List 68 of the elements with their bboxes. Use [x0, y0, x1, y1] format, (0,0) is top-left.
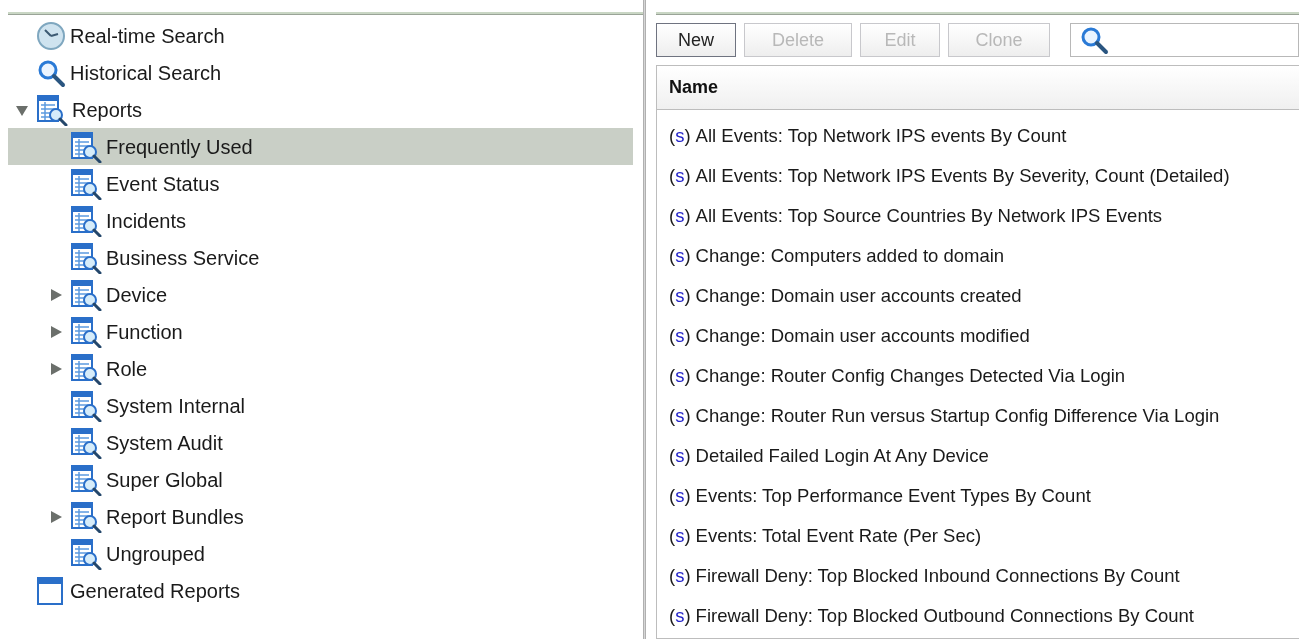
table-row[interactable]: (s) Firewall Deny: Top Blocked Outbound Connections By Count [657, 596, 1299, 636]
report-icon [70, 426, 102, 459]
tree-item[interactable]: Super Global [8, 461, 633, 498]
report-icon [70, 315, 102, 348]
tree-item[interactable]: Generated Reports [8, 572, 633, 609]
table-row[interactable]: (s) Change: Computers added to domain [657, 236, 1299, 276]
table-row[interactable]: (s) Change: Router Config Changes Detected Via Login [657, 356, 1299, 396]
search-field[interactable] [1070, 23, 1299, 57]
tree-item-label: Super Global [106, 467, 223, 493]
report-icon [70, 241, 102, 274]
expand-arrow-icon[interactable] [49, 287, 63, 302]
report-icon [70, 167, 102, 200]
report-icon [70, 463, 102, 496]
report-icon [70, 537, 102, 570]
search-icon [1079, 25, 1109, 55]
tree-item-label: Event Status [106, 171, 220, 197]
tree-item[interactable]: Real-time Search [8, 17, 633, 54]
tree-item[interactable]: Reports [8, 91, 633, 128]
tree-item-label: Incidents [106, 208, 187, 234]
list-icon [36, 575, 66, 606]
tree-item-label: Reports [72, 97, 143, 123]
expand-arrow-icon[interactable] [49, 324, 63, 339]
table-row[interactable]: (s) All Events: Top Network IPS Events By Severity, Count (Detailed) [657, 156, 1299, 196]
tree-item-label: Ungrouped [106, 541, 205, 567]
tree-item-label: Real-time Search [70, 23, 225, 49]
tree-item-label: Function [106, 319, 183, 345]
column-header[interactable]: Name [669, 74, 719, 101]
report-icon [70, 204, 102, 237]
table-row[interactable]: (s) All Events: Top Network IPS events By Count [657, 116, 1299, 156]
tree-item-label: Device [106, 282, 168, 308]
report-icon [70, 500, 102, 533]
tree-item-label: Frequently Used [106, 134, 253, 160]
tree-item-label: Report Bundles [106, 504, 244, 530]
table-row[interactable]: (s) Change: Domain user accounts modified [657, 316, 1299, 356]
table-row[interactable]: (s) Detailed Failed Login At Any Device [657, 436, 1299, 476]
tree-item[interactable]: Business Service [8, 239, 633, 276]
clock-icon [36, 20, 66, 51]
tree-item[interactable]: System Internal [8, 387, 633, 424]
tree-item-label: Generated Reports [70, 578, 241, 604]
report-icon [70, 389, 102, 422]
tree-item[interactable]: Device [8, 276, 633, 313]
tree-item-label: Role [106, 356, 148, 382]
tree-item-label: System Audit [106, 430, 223, 456]
table-row[interactable]: (s) All Events: Top Source Countries By Network IPS Events [657, 196, 1299, 236]
expand-arrow-icon[interactable] [49, 509, 63, 524]
tree-item-label: Business Service [106, 245, 260, 271]
report-icon [36, 93, 68, 126]
tree-item[interactable]: Event Status [8, 165, 633, 202]
table-row[interactable]: (s) Events: Total Event Rate (Per Sec) [657, 516, 1299, 556]
tree-item-label: System Internal [106, 393, 245, 419]
tree-item-label: Historical Search [70, 60, 222, 86]
report-icon [70, 352, 102, 385]
toolbar-button[interactable]: New [656, 23, 736, 57]
table-row[interactable]: (s) Change: Domain user accounts created [657, 276, 1299, 316]
tree-item[interactable]: Function [8, 313, 633, 350]
tree-item[interactable]: Frequently Used [8, 128, 633, 165]
table-row[interactable]: (s) Change: Router Run versus Startup Config Difference Via Login [657, 396, 1299, 436]
tree-item[interactable]: Report Bundles [8, 498, 633, 535]
report-icon [70, 130, 102, 163]
report-icon [70, 278, 102, 311]
tree-item[interactable]: System Audit [8, 424, 633, 461]
tree-item[interactable]: Role [8, 350, 633, 387]
tree-item[interactable]: Historical Search [8, 54, 633, 91]
tree-item[interactable]: Ungrouped [8, 535, 633, 572]
table-row[interactable]: (s) Firewall Deny: Top Blocked Inbound Connections By Count [657, 556, 1299, 596]
tree-item[interactable]: Incidents [8, 202, 633, 239]
table-row[interactable]: (s) Events: Top Performance Event Types By Count [657, 476, 1299, 516]
expand-arrow-icon[interactable] [49, 361, 63, 376]
